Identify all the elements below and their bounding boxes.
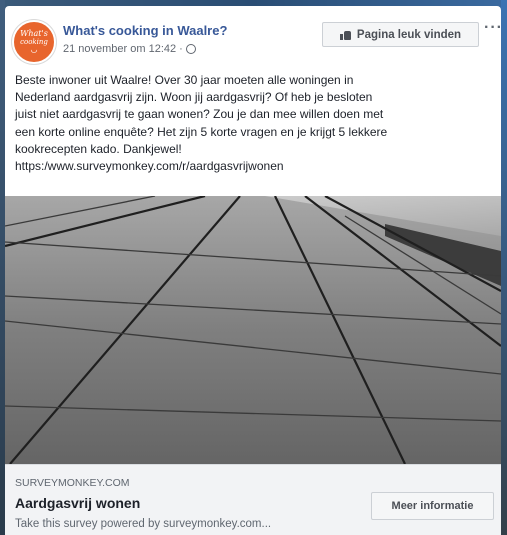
post-text: Beste inwoner uit Waalre! Over 30 jaar m… — [15, 72, 495, 175]
link-domain: SURVEYMONKEY.COM — [15, 477, 130, 489]
post-meta: 21 november om 12:42 · — [63, 43, 196, 55]
link-description: Take this survey powered by surveymonkey… — [15, 518, 272, 530]
building-facade-image — [5, 196, 501, 464]
like-page-label: Pagina leuk vinden — [356, 28, 462, 41]
window-frame-right — [501, 0, 507, 535]
avatar-text-line1: What's — [20, 29, 48, 38]
like-page-button[interactable]: Pagina leuk vinden — [322, 22, 479, 47]
post-header: What's cooking ◡ What's cooking in Waalr… — [5, 6, 501, 68]
pan-icon: ◡ — [30, 45, 38, 54]
link-preview-box[interactable]: SURVEYMONKEY.COM Aardgasvrij wonen Take … — [5, 464, 501, 535]
page-name-link[interactable]: What's cooking in Waalre? — [63, 23, 227, 38]
post-text-line: kookrecepten kado. Dankjewel! — [15, 141, 182, 156]
post-link-url[interactable]: https:/www.surveymonkey.com/r/aardgasvri… — [15, 158, 495, 175]
post-text-line: een korte online enquête? Het zijn 5 kor… — [15, 124, 388, 139]
post-text-line: Beste inwoner uit Waalre! Over 30 jaar m… — [15, 73, 354, 87]
post-text-line: juist niet aardgasvrij te gaan wonen? Zo… — [15, 107, 384, 122]
link-title[interactable]: Aardgasvrij wonen — [15, 495, 140, 511]
page-avatar[interactable]: What's cooking ◡ — [12, 20, 56, 64]
post-date[interactable]: 21 november om 12:42 · — [63, 43, 183, 55]
more-info-button[interactable]: Meer informatie — [371, 492, 494, 520]
more-options-icon[interactable]: ··· — [484, 19, 501, 37]
globe-icon — [185, 44, 196, 54]
post-card: What's cooking ◡ What's cooking in Waalr… — [5, 6, 501, 535]
post-text-line: Nederland aardgasvrij zijn. Woon jij aar… — [15, 90, 373, 105]
thumbs-up-icon — [339, 30, 351, 40]
link-preview-image[interactable] — [5, 196, 501, 464]
